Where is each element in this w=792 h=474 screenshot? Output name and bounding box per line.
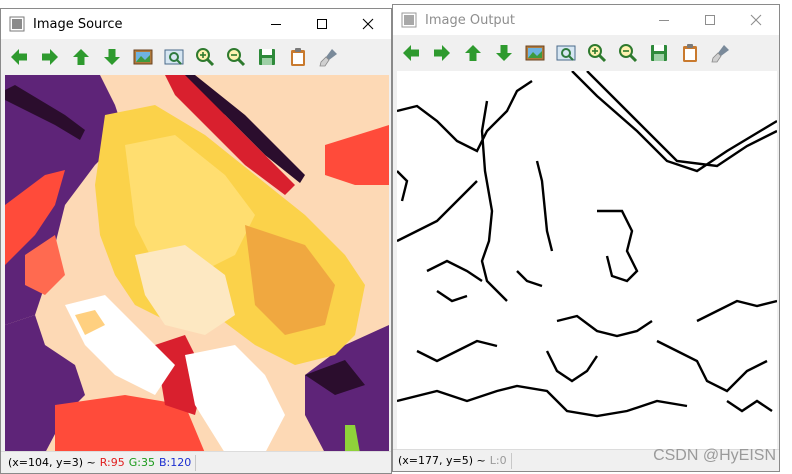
status-separator (510, 452, 512, 469)
zoom-original-button[interactable] (158, 42, 189, 72)
close-icon (750, 14, 762, 26)
save-image-icon (258, 49, 275, 65)
watermark-text: CSDN @HyEISN (653, 447, 776, 464)
properties-brush-button[interactable] (313, 42, 344, 72)
properties-brush-icon (318, 49, 337, 67)
pan-up-button[interactable] (457, 38, 488, 68)
pan-up-icon (464, 45, 481, 61)
pan-down-button[interactable] (96, 42, 127, 72)
copy-clipboard-icon (682, 44, 697, 62)
maximize-icon (705, 15, 715, 25)
title-bar[interactable]: Image Output (393, 5, 779, 35)
zoom-in-icon (195, 48, 214, 67)
minimize-icon (659, 20, 669, 21)
zoom-original-icon (556, 45, 575, 61)
pan-left-button[interactable] (3, 42, 34, 72)
pan-up-icon (72, 49, 89, 65)
pixel-luminance-value: L:0 (489, 454, 507, 467)
pan-down-icon (103, 49, 120, 65)
pan-left-button[interactable] (395, 38, 426, 68)
status-bar: (x=104, y=3) ~ R:95 G:35 B:120 (1, 451, 391, 473)
source-image (5, 75, 389, 453)
pan-down-button[interactable] (488, 38, 519, 68)
copy-clipboard-button[interactable] (674, 38, 705, 68)
edge-output-image (397, 71, 777, 418)
zoom-out-icon (226, 48, 245, 67)
window-title: Image Output (425, 12, 516, 28)
zoom-original-button[interactable] (550, 38, 581, 68)
copy-clipboard-icon (290, 48, 305, 66)
zoom-out-icon (618, 44, 637, 63)
image-output-window[interactable]: Image Output (x=177, y=5) ~ L:0 (392, 4, 780, 472)
pixel-b-value: B:120 (159, 456, 192, 469)
pixel-g-value: G:35 (128, 456, 155, 469)
app-icon (401, 12, 417, 28)
pan-down-icon (495, 45, 512, 61)
pan-up-button[interactable] (65, 42, 96, 72)
minimize-button[interactable] (641, 5, 687, 35)
zoom-to-fit-button[interactable] (519, 38, 550, 68)
title-bar[interactable]: Image Source (1, 9, 391, 39)
toolbar (1, 39, 391, 75)
pan-left-icon (10, 49, 27, 65)
cursor-coords: (x=177, y=5) ~ (398, 454, 486, 467)
zoom-out-button[interactable] (220, 42, 251, 72)
window-title: Image Source (33, 16, 123, 32)
status-separator (195, 454, 197, 471)
pan-right-icon (433, 45, 450, 61)
pan-right-button[interactable] (34, 42, 65, 72)
save-image-button[interactable] (251, 42, 282, 72)
maximize-icon (317, 19, 327, 29)
pan-right-button[interactable] (426, 38, 457, 68)
minimize-icon (271, 24, 281, 25)
close-button[interactable] (345, 9, 391, 39)
zoom-in-icon (587, 44, 606, 63)
cursor-coords: (x=104, y=3) ~ (8, 456, 96, 469)
properties-brush-button[interactable] (705, 38, 736, 68)
image-source-window[interactable]: Image Source (x=104, y=3) ~ R:95 G:35 B:… (0, 8, 392, 474)
zoom-to-fit-icon (133, 49, 152, 65)
save-image-button[interactable] (643, 38, 674, 68)
zoom-original-icon (164, 49, 183, 65)
pan-right-icon (41, 49, 58, 65)
properties-brush-icon (710, 45, 729, 63)
copy-clipboard-button[interactable] (282, 42, 313, 72)
zoom-in-button[interactable] (581, 38, 612, 68)
save-image-icon (650, 45, 667, 61)
zoom-to-fit-icon (525, 45, 544, 61)
zoom-to-fit-button[interactable] (127, 42, 158, 72)
close-icon (362, 18, 374, 30)
zoom-in-button[interactable] (189, 42, 220, 72)
close-button[interactable] (733, 5, 779, 35)
pan-left-icon (402, 45, 419, 61)
source-image-canvas[interactable] (5, 75, 389, 453)
zoom-out-button[interactable] (612, 38, 643, 68)
minimize-button[interactable] (253, 9, 299, 39)
maximize-button[interactable] (299, 9, 345, 39)
output-image-canvas[interactable] (397, 71, 777, 451)
maximize-button[interactable] (687, 5, 733, 35)
app-icon (9, 16, 25, 32)
pixel-r-value: R:95 (99, 456, 125, 469)
toolbar (393, 35, 779, 71)
